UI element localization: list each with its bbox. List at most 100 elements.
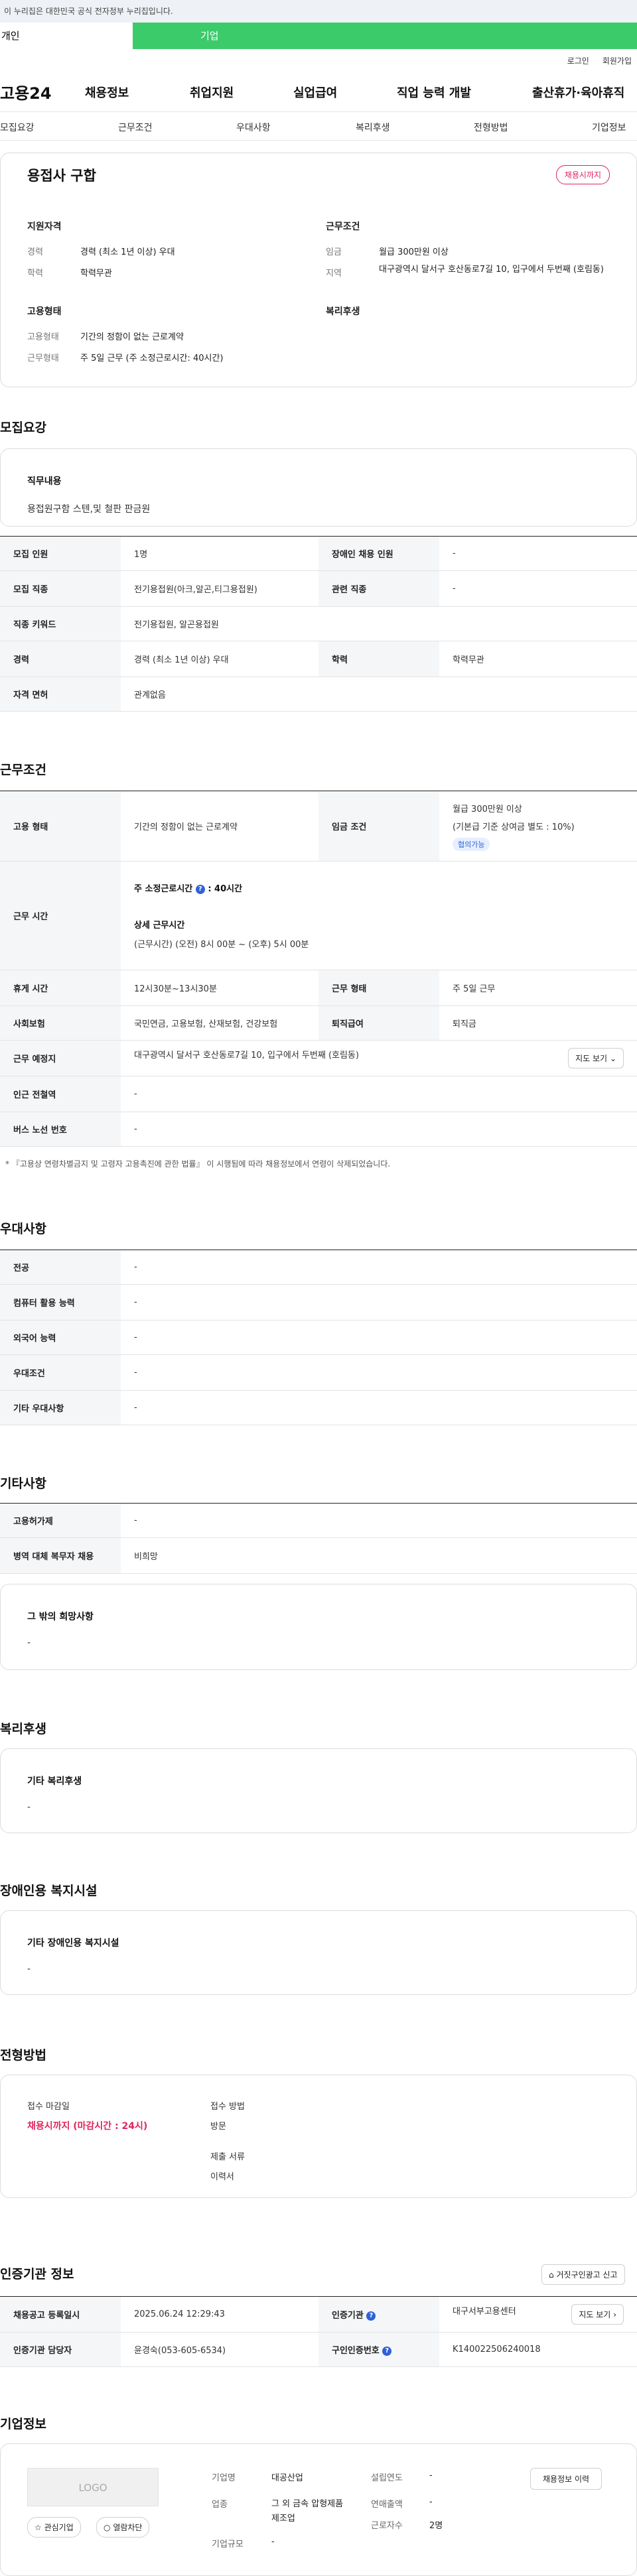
license-value: 관계없음	[121, 676, 637, 712]
disabled-count-label: 장애인 채용 인원	[318, 536, 439, 571]
info-icon[interactable]: ?	[195, 884, 205, 894]
join-link[interactable]: 회원가입	[602, 55, 632, 66]
subnav-prefer[interactable]: 우대사항	[236, 121, 271, 134]
job-label: 모집 직종	[0, 570, 121, 607]
subway-value: -	[121, 1076, 637, 1112]
reg-date-label: 채용공고 등록일시	[0, 2296, 121, 2333]
count-value: 1명	[121, 536, 318, 571]
manager-value: 윤경숙(053-605-6534)	[121, 2332, 318, 2367]
cert-no-value: K140022506240018	[439, 2332, 637, 2367]
work-table: 고용 형태 기간의 정함이 없는 근로계약 임금 조건 월급 300만원 이상 …	[0, 791, 637, 1147]
gnb-item-employment-support[interactable]: 취업지원	[190, 84, 234, 101]
major-value: -	[121, 1250, 637, 1285]
org-map-button-label: 지도 보기	[579, 2310, 611, 2319]
eps-value: -	[121, 1503, 637, 1538]
gnb-item-training[interactable]: 직업 능력 개발	[397, 84, 471, 101]
gnb-item-unemployment-benefit[interactable]: 실업급여	[293, 84, 337, 101]
table-row: 인근 전철역 -	[0, 1076, 637, 1112]
language-value: -	[121, 1320, 637, 1355]
info-icon[interactable]: ?	[366, 2311, 376, 2321]
area-label: 지역	[326, 269, 342, 279]
military-label: 병역 대체 복무자 채용	[0, 1537, 121, 1574]
industry-value: 그 외 금속 압형제품 제조업	[271, 2499, 344, 2524]
subnav-selection[interactable]: 전형방법	[474, 121, 508, 134]
disabled-facility-box: 기타 장애인용 복지시설 -	[0, 1910, 637, 1995]
related-job-label: 관련 직종	[318, 570, 439, 607]
deadline-label: 접수 마감일	[27, 2102, 70, 2112]
bus-value: -	[121, 1112, 637, 1147]
section-title-disabled-facility: 장애인용 복지시설	[0, 1884, 98, 1898]
insurance-value: 국민연금, 고용보험, 산재보험, 건강보험	[121, 1005, 318, 1041]
chevron-right-icon: ›	[613, 2310, 616, 2319]
history-button[interactable]: 채용정보 이력	[530, 2468, 602, 2490]
subnav-work[interactable]: 근무조건	[118, 121, 153, 134]
company-size-value: -	[271, 2537, 275, 2547]
subnav-company[interactable]: 기업정보	[592, 121, 626, 134]
map-button-label: 지도 보기	[575, 1054, 608, 1063]
prefer-cond-label: 우대조건	[0, 1354, 121, 1391]
career-row-value: 경력 (최소 1년 이상) 우대	[121, 641, 318, 677]
tab-company[interactable]: 기업	[133, 23, 637, 49]
detail-hours-title: 상세 근무시간	[134, 921, 185, 931]
company-name-value: 대공산업	[271, 2473, 303, 2483]
rest-label: 휴게 시간	[0, 970, 121, 1006]
welfare-box: 기타 복리후생 -	[0, 1748, 637, 1833]
block-button-label: 열람차단	[113, 2523, 143, 2532]
detail-hours-value: (근무시간) (오전) 8시 00분 ~ (오후) 5시 00분	[134, 940, 309, 950]
subway-label: 인근 전철역	[0, 1076, 121, 1112]
duty-box: 직무내용 용접원구함 스텐,및 철판 판금원	[0, 448, 637, 527]
disabled-count-value: -	[439, 536, 637, 571]
org-label: 인증기관	[332, 2311, 364, 2321]
favorite-button[interactable]: ☆ 관심기업	[27, 2517, 81, 2538]
wage-bonus: (기본급 기준 상여금 별도 : 10%)	[453, 822, 575, 832]
org-value: 대구서부고용센터	[453, 2307, 516, 2317]
subnav-welfare[interactable]: 복리후생	[356, 121, 390, 134]
section-title-selection: 전형방법	[0, 2048, 46, 2063]
global-nav: 고용24 채용정보 취업지원 실업급여 직업 능력 개발 출산휴가·육아휴직	[0, 72, 637, 111]
negotiable-badge: 협의가능	[453, 837, 490, 851]
duty-label: 직무내용	[27, 476, 62, 487]
workplace-label: 근무 예정지	[0, 1040, 121, 1076]
edu-value: 학력무관	[80, 269, 112, 279]
table-row: 인증기관 담당자 윤경숙(053-605-6534) 구인인증번호 ? K140…	[0, 2332, 637, 2367]
org-label-cell: 인증기관 ?	[318, 2296, 439, 2333]
employees-label: 근로자수	[371, 2521, 403, 2531]
subnav-recruit[interactable]: 모집요강	[0, 121, 35, 134]
site-logo[interactable]: 고용24	[0, 80, 52, 103]
table-row: 경력 경력 (최소 1년 이상) 우대 학력 학력무관	[0, 641, 637, 677]
company-size-label: 기업규모	[212, 2540, 244, 2549]
table-row: 근무 시간 주 소정근로시간 ? : 40시간 상세 근무시간 (근무시간) (…	[0, 861, 637, 970]
table-row: 모집 인원 1명 장애인 채용 인원 -	[0, 536, 637, 571]
method-label: 접수 방법	[210, 2102, 245, 2112]
block-button[interactable]: ○ 열람차단	[96, 2517, 150, 2538]
insurance-label: 사회보험	[0, 1005, 121, 1041]
login-link[interactable]: 로그인	[567, 55, 589, 66]
org-map-button[interactable]: 지도 보기 ›	[571, 2304, 624, 2325]
work-title: 근무조건	[326, 222, 360, 232]
utility-bar: 로그인 회원가입	[0, 49, 637, 72]
section-title-recruit: 모집요강	[0, 420, 46, 435]
work-form-value: 주 5일 근무	[439, 970, 637, 1006]
info-icon[interactable]: ?	[382, 2346, 392, 2356]
tab-person[interactable]: 개인	[0, 23, 133, 49]
map-button[interactable]: 지도 보기 ⌄	[568, 1048, 624, 1068]
reg-date-value: 2025.06.24 12:29:43	[121, 2296, 318, 2333]
report-button-label: 거짓구인광고 신고	[556, 2270, 618, 2280]
table-row: 우대조건 -	[0, 1354, 637, 1391]
report-button[interactable]: ⌂ 거짓구인광고 신고	[541, 2264, 625, 2285]
hours-cell: 주 소정근로시간 ? : 40시간 상세 근무시간 (근무시간) (오전) 8시…	[121, 861, 637, 970]
wage-amount: 월급 300만원 이상	[453, 804, 522, 814]
wage-cond-label: 임금 조건	[318, 791, 439, 862]
table-row: 휴게 시간 12시30분~13시30분 근무 형태 주 5일 근무	[0, 970, 637, 1006]
welfare-summary-title: 복리후생	[326, 306, 360, 317]
company-logo: LOGO	[27, 2468, 159, 2506]
gnb-item-jobs[interactable]: 채용정보	[85, 84, 129, 101]
docs-label: 제출 서류	[210, 2152, 245, 2162]
section-title-company: 기업정보	[0, 2417, 46, 2431]
severance-label: 퇴직급여	[318, 1005, 439, 1041]
computer-value: -	[121, 1284, 637, 1320]
recruit-table: 모집 인원 1명 장애인 채용 인원 - 모집 직종 전기용접원(아크,알곤,티…	[0, 536, 637, 712]
age-note: * 『고용상 연령차별금지 및 고령자 고용촉진에 관한 법률』 이 시행됨에 …	[5, 1159, 391, 1169]
hours-label: 근무 시간	[0, 861, 121, 970]
gnb-item-leave[interactable]: 출산휴가·육아휴직	[532, 84, 624, 101]
